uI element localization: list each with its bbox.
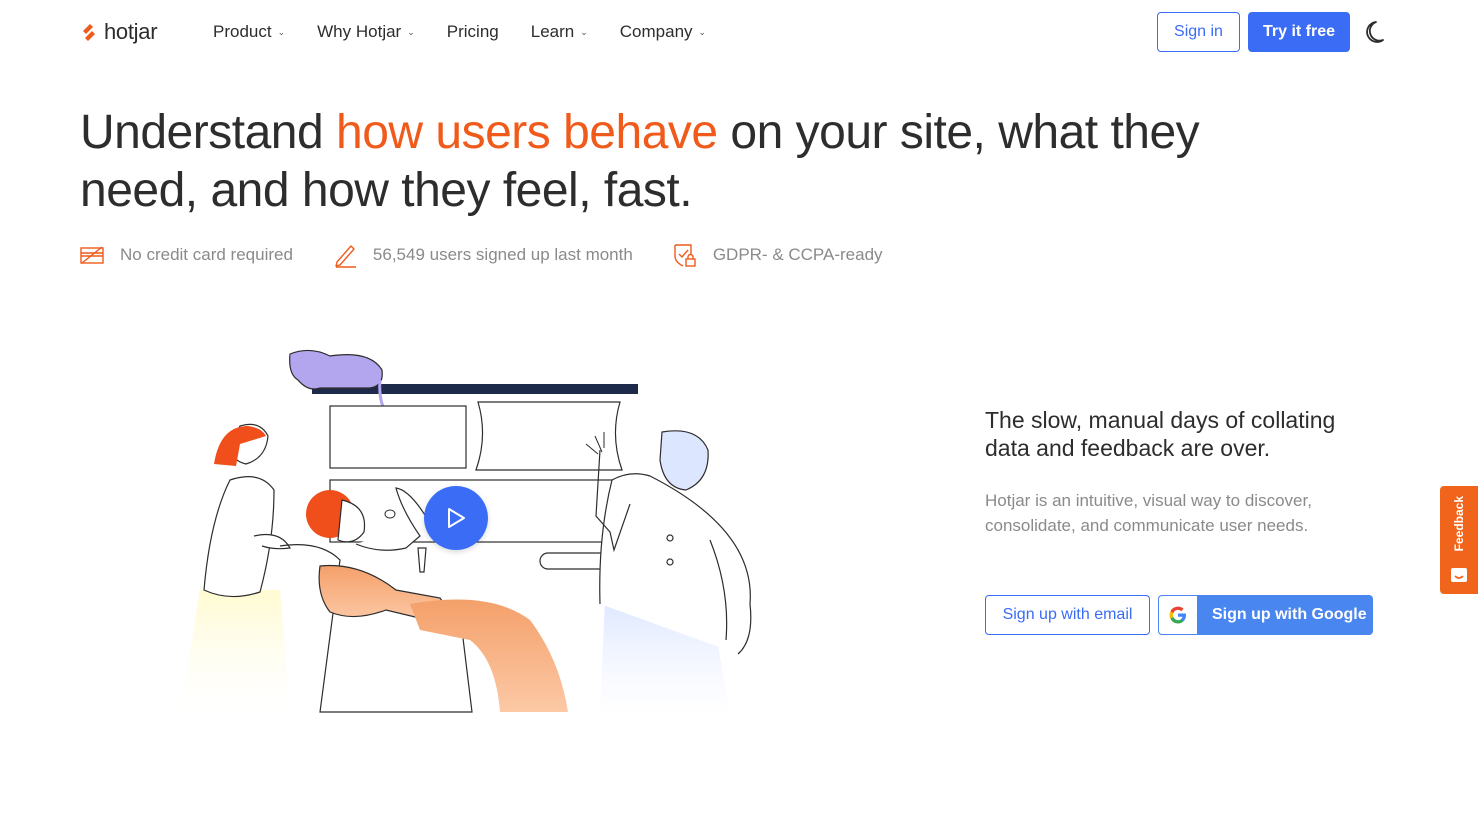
logo-wordmark: hotjar <box>104 19 158 44</box>
nav-item-pricing[interactable]: Pricing <box>447 22 499 42</box>
feedback-face-icon <box>1451 568 1467 582</box>
chevron-down-icon: ⌄ <box>698 26 707 37</box>
pencil-icon <box>335 245 356 268</box>
headline-prefix: Understand <box>80 106 336 159</box>
play-icon <box>448 508 465 528</box>
trust-badges: No credit card required 56,549 users sig… <box>80 240 923 270</box>
feedback-label: Feedback <box>1452 496 1466 552</box>
sign-up-google-button[interactable]: Sign up with Google <box>1158 595 1373 635</box>
moon-icon[interactable] <box>1365 19 1391 45</box>
hero-headline: Understand how users behave on your site… <box>80 104 1200 220</box>
feedback-tab[interactable]: Feedback <box>1440 486 1478 594</box>
nav-item-product[interactable]: Product ⌄ <box>213 22 285 42</box>
play-video-button[interactable] <box>424 486 488 550</box>
shield-lock-icon <box>674 244 696 267</box>
credit-card-icon <box>80 246 104 264</box>
nav-item-company[interactable]: Company ⌄ <box>620 22 706 42</box>
main-menu: Product ⌄ Why Hotjar ⌄ Pricing Learn ⌄ C… <box>213 20 738 44</box>
nav-item-label: Company <box>619 22 693 41</box>
badge-text: No credit card required <box>120 245 293 264</box>
top-nav: hotjar Product ⌄ Why Hotjar ⌄ Pricing Le… <box>0 0 1478 64</box>
badge-users-signed-up: 56,549 users signed up last month <box>333 242 633 268</box>
nav-item-label: Learn <box>530 22 575 41</box>
hotjar-logo-icon <box>83 24 95 41</box>
chevron-down-icon: ⌄ <box>580 26 588 37</box>
try-it-free-button[interactable]: Try it free <box>1248 12 1350 52</box>
sign-up-email-button[interactable]: Sign up with email <box>985 595 1150 635</box>
nav-item-label: Why Hotjar <box>317 22 402 41</box>
chevron-down-icon: ⌄ <box>407 26 415 37</box>
nav-item-label: Product <box>213 22 272 41</box>
hotjar-logo[interactable]: hotjar <box>80 16 158 48</box>
headline-highlight: how users behave <box>336 106 718 159</box>
badge-no-credit-card: No credit card required <box>80 243 293 267</box>
chevron-down-icon: ⌄ <box>277 26 286 37</box>
badge-text: 56,549 users signed up last month <box>372 245 633 264</box>
sign-in-button[interactable]: Sign in <box>1157 12 1240 52</box>
section-description: Hotjar is an intuitive, visual way to di… <box>985 491 1312 535</box>
nav-item-learn[interactable]: Learn ⌄ <box>531 22 588 42</box>
google-logo-icon <box>1158 595 1198 635</box>
google-button-label: Sign up with Google <box>1212 606 1367 623</box>
nav-item-label: Pricing <box>446 22 499 41</box>
nav-item-why-hotjar[interactable]: Why Hotjar ⌄ <box>317 22 415 42</box>
badge-text: GDPR- & CCPA-ready <box>712 245 883 264</box>
badge-gdpr: GDPR- & CCPA-ready <box>673 242 883 268</box>
section-heading: The slow, manual days of collating data … <box>985 407 1336 461</box>
